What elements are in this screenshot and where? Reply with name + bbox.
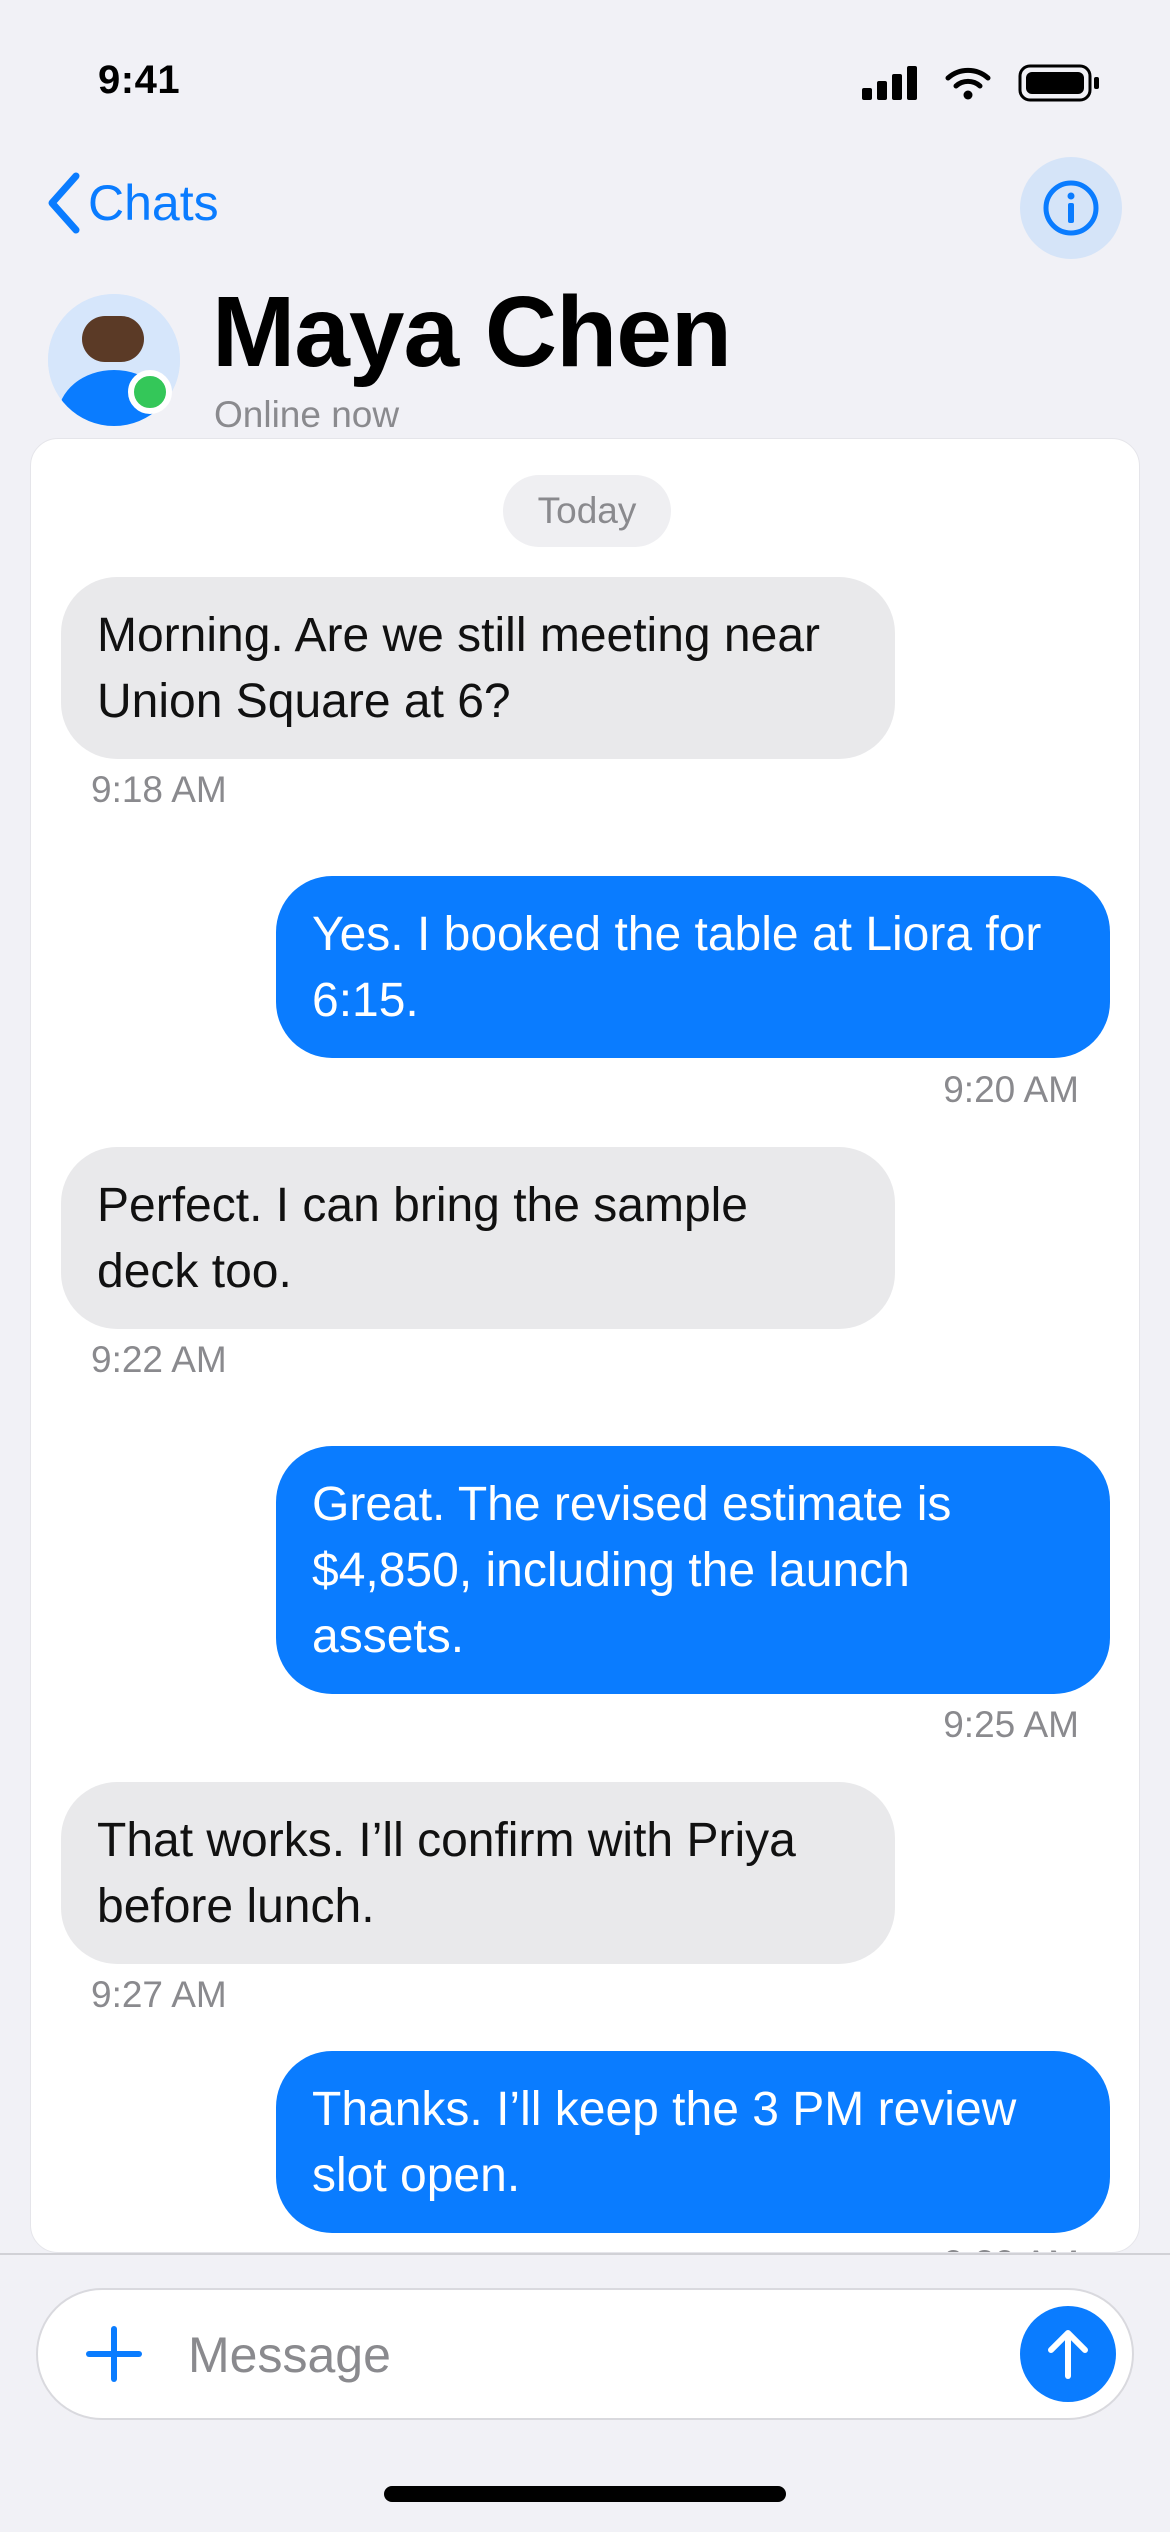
plus-icon (86, 2326, 142, 2382)
wifi-icon (945, 67, 991, 100)
message-timestamp: 9:29 AM (943, 2243, 1079, 2252)
message-bubble-outgoing[interactable]: Thanks. I’ll keep the 3 PM review slot o… (276, 2051, 1110, 2233)
status-bar: 9:41 (0, 0, 1170, 150)
message-timestamp: 9:25 AM (943, 1704, 1079, 1745)
message-timestamp: 9:18 AM (91, 769, 227, 810)
message-input[interactable] (186, 2318, 1010, 2392)
message-composer (36, 2288, 1134, 2420)
back-label: Chats (88, 175, 219, 231)
contact-status: Online now (214, 394, 400, 435)
status-icons (862, 64, 1102, 102)
battery-icon (1018, 64, 1099, 102)
message-bubble-incoming[interactable]: Perfect. I can bring the sample deck too… (61, 1147, 895, 1329)
add-attachment-button[interactable] (82, 2322, 146, 2386)
signal-icon (862, 66, 917, 100)
home-indicator[interactable] (384, 2486, 786, 2502)
info-button[interactable] (1020, 157, 1122, 259)
info-icon (1043, 180, 1099, 236)
contact-name: Maya Chen (212, 276, 732, 388)
message-bubble-outgoing[interactable]: Great. The revised estimate is $4,850, i… (276, 1446, 1110, 1694)
message-timestamp: 9:22 AM (91, 1339, 227, 1380)
online-status-indicator (128, 370, 172, 414)
message-timestamp: 9:27 AM (91, 1974, 227, 2015)
message-list[interactable]: Today Morning. Are we still meeting near… (30, 438, 1140, 2253)
back-button[interactable]: Chats (44, 170, 219, 236)
composer-divider (0, 2253, 1170, 2255)
arrow-up-icon (1048, 2330, 1088, 2379)
status-time: 9:41 (98, 58, 181, 102)
message-timestamp: 9:20 AM (943, 1069, 1079, 1110)
message-bubble-incoming[interactable]: Morning. Are we still meeting near Union… (61, 577, 895, 759)
date-separator: Today (503, 475, 671, 547)
chevron-left-icon (48, 172, 80, 234)
send-button[interactable] (1020, 2306, 1116, 2402)
message-bubble-outgoing[interactable]: Yes. I booked the table at Liora for 6:1… (276, 876, 1110, 1058)
message-bubble-incoming[interactable]: That works. I’ll confirm with Priya befo… (61, 1782, 895, 1964)
